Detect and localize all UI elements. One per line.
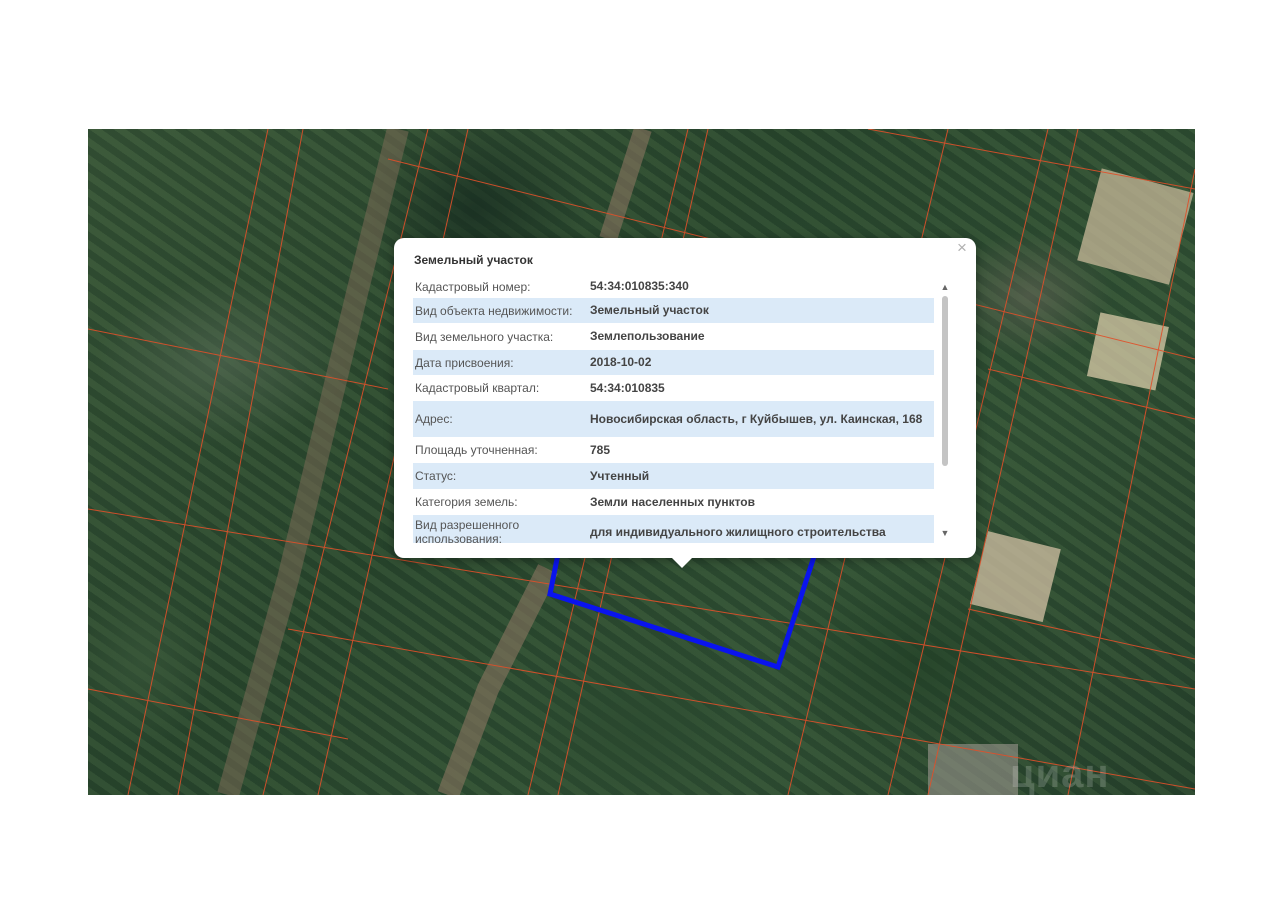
attribute-key: Площадь уточненная: [415,443,538,457]
attribute-value: Новосибирская область, г Куйбышев, ул. К… [590,411,923,426]
attribute-value: для индивидуального жилищного строительс… [590,524,886,539]
table-row: Площадь уточненная: 785 [413,437,934,463]
attribute-key: Вид земельного участка: [415,329,554,344]
table-row: Категория земель: Земли населенных пункт… [413,489,934,515]
table-row: Кадастровый номер: 54:34:010835:340 [413,275,934,298]
attribute-value: Земельный участок [590,303,709,317]
scroll-thumb[interactable] [942,296,948,466]
attribute-key: Дата присвоения: [415,355,514,370]
attribute-value: Учтенный [590,468,650,483]
attribute-value: 785 [590,442,611,457]
attribute-key: Статус: [415,469,457,483]
attribute-value: 54:34:010835:340 [590,279,689,293]
table-row: Вид разрешенного использования: для инди… [413,515,934,543]
scroll-down-arrow-icon[interactable]: ▼ [940,528,950,538]
attribute-key: Вид объекта недвижимости: [415,303,573,318]
attribute-value: 2018-10-02 [590,355,652,369]
building [1086,312,1169,391]
building [928,744,1018,795]
popup-pointer [672,558,692,568]
attribute-key: Кадастровый номер: [415,279,531,294]
table-row: Вид объекта недвижимости: Земельный учас… [413,298,934,323]
dirt-road [437,564,558,795]
popup-scrollbar[interactable]: ▲ ▼ [940,282,950,538]
parcel-info-popup: × Земельный участок Кадастровый номер: 5… [394,238,976,568]
building [969,531,1061,623]
attribute-key: Категория земель: [415,495,518,509]
attribute-table: Кадастровый номер: 54:34:010835:340 Вид … [413,275,934,543]
attribute-key: Адрес: [415,412,453,426]
close-icon[interactable]: × [954,239,970,256]
attribute-value: Земли населенных пунктов [590,494,756,509]
attribute-value: 54:34:010835 [590,380,665,395]
attribute-key: Кадастровый квартал: [415,381,540,395]
table-row: Адрес: Новосибирская область, г Куйбышев… [413,401,934,437]
popup-title: Земельный участок [414,253,533,267]
table-row: Кадастровый квартал: 54:34:010835 [413,375,934,401]
dirt-road [599,129,652,242]
dirt-road [217,129,409,795]
watermark-logo: циан [1010,752,1110,795]
scroll-up-arrow-icon[interactable]: ▲ [940,282,950,292]
table-row: Дата присвоения: 2018-10-02 [413,350,934,375]
table-row: Статус: Учтенный [413,463,934,489]
table-row: Вид земельного участка: Землепользование [413,323,934,350]
attribute-value: Землепользование [590,329,705,343]
attribute-key: Вид разрешенного использования: [415,518,520,543]
